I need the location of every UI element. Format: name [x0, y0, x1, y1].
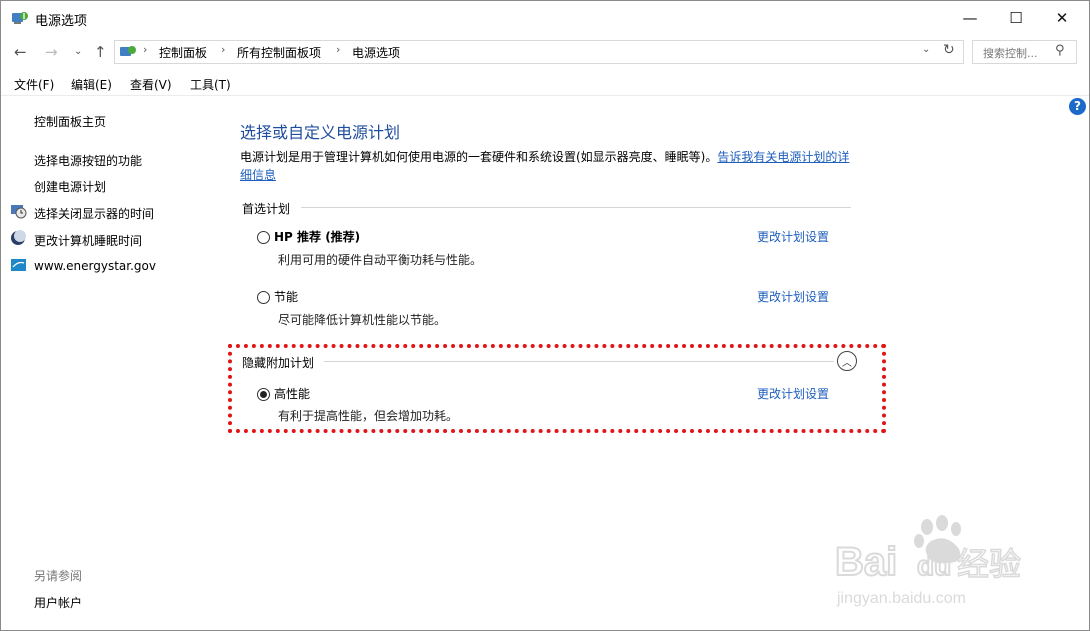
change-plan-settings-link[interactable]: 更改计划设置	[757, 288, 829, 305]
see-also-heading: 另请参阅	[34, 569, 83, 583]
moon-icon	[11, 230, 26, 245]
plan-name-hp: HP 推荐 (推荐)	[274, 230, 361, 244]
sidebar-item-display-off[interactable]: 选择关闭显示器的时间	[34, 205, 154, 222]
sidebar-item-power-buttons[interactable]: 选择电源按钮的功能	[34, 152, 142, 169]
page-description: 电源计划是用于管理计算机如何使用电源的一套硬件和系统设置(如显示器亮度、睡眠等)…	[240, 148, 860, 184]
plan-name-power-saver: 节能	[274, 290, 299, 304]
page-title: 选择或自定义电源计划	[240, 123, 401, 142]
address-dropdown-icon[interactable]: ⌄	[922, 44, 930, 55]
watermark-brand-du: du	[917, 550, 951, 581]
forward-arrow-icon[interactable]: →	[45, 43, 58, 61]
monitor-clock-icon	[11, 205, 27, 219]
group-divider	[301, 207, 851, 208]
plan-desc-power-saver: 尽可能降低计算机性能以节能。	[278, 313, 447, 327]
sidebar-item-energystar[interactable]: www.energystar.gov	[34, 259, 156, 273]
search-placeholder: 搜索控制...	[983, 47, 1038, 60]
menu-bar: 文件(F) 编辑(E) 查看(V) 工具(T)	[1, 71, 1089, 96]
breadcrumb-control-panel[interactable]: 控制面板	[159, 44, 207, 61]
search-icon[interactable]: ⚲	[1055, 43, 1065, 58]
menu-tools[interactable]: 工具(T)	[190, 76, 231, 93]
highlight-annotation-box	[228, 344, 886, 433]
up-arrow-icon[interactable]: ↑	[94, 43, 107, 61]
watermark-url: jingyan.baidu.com	[836, 590, 966, 607]
power-options-icon	[12, 12, 28, 24]
radio-hp-recommended[interactable]	[257, 231, 270, 244]
breadcrumb-separator: ›	[143, 43, 148, 56]
search-input[interactable]: 搜索控制... ⚲	[972, 40, 1077, 64]
breadcrumb-power-options[interactable]: 电源选项	[352, 44, 400, 61]
plan-desc-hp: 利用可用的硬件自动平衡功耗与性能。	[278, 253, 483, 267]
sidebar-control-panel-home[interactable]: 控制面板主页	[34, 113, 106, 130]
change-plan-settings-link[interactable]: 更改计划设置	[757, 228, 829, 245]
breadcrumb-separator: ›	[336, 43, 341, 56]
radio-power-saver[interactable]	[257, 291, 270, 304]
watermark-brand: Bai	[835, 540, 897, 584]
baidu-jingyan-watermark: Bai du 经验 jingyan.baidu.com	[835, 515, 1022, 607]
address-bar[interactable]: › 控制面板 › 所有控制面板项 › 电源选项 ⌄ ↻	[114, 40, 964, 64]
menu-file[interactable]: 文件(F)	[14, 76, 54, 93]
address-row: ← → ⌄ ↑ › 控制面板 › 所有控制面板项 › 电源选项 ⌄ ↻ 搜索控制…	[1, 36, 1089, 68]
menu-view[interactable]: 查看(V)	[130, 76, 172, 93]
back-arrow-icon[interactable]: ←	[14, 43, 27, 61]
control-panel-icon	[120, 46, 136, 56]
breadcrumb-separator: ›	[221, 43, 226, 56]
breadcrumb-all-items[interactable]: 所有控制面板项	[237, 44, 321, 61]
refresh-icon[interactable]: ↻	[943, 42, 955, 58]
close-button[interactable]: ✕	[1039, 1, 1085, 35]
watermark-cn: 经验	[957, 545, 1021, 583]
title-bar: 电源选项 — ☐ ✕	[1, 1, 1089, 35]
description-text: 电源计划是用于管理计算机如何使用电源的一套硬件和系统设置(如显示器亮度、睡眠等)…	[240, 150, 718, 164]
energystar-icon	[11, 259, 26, 271]
menu-edit[interactable]: 编辑(E)	[71, 76, 112, 93]
sidebar-item-sleep-time[interactable]: 更改计算机睡眠时间	[34, 232, 142, 249]
sidebar-item-create-plan[interactable]: 创建电源计划	[34, 178, 106, 195]
recent-locations-icon[interactable]: ⌄	[74, 46, 82, 57]
maximize-button[interactable]: ☐	[993, 1, 1039, 35]
help-icon[interactable]: ?	[1069, 98, 1086, 115]
sidebar-item-user-accounts[interactable]: 用户帐户	[34, 594, 82, 611]
preferred-plans-label: 首选计划	[242, 202, 291, 216]
minimize-button[interactable]: —	[947, 1, 993, 35]
window-title: 电源选项	[35, 14, 88, 29]
